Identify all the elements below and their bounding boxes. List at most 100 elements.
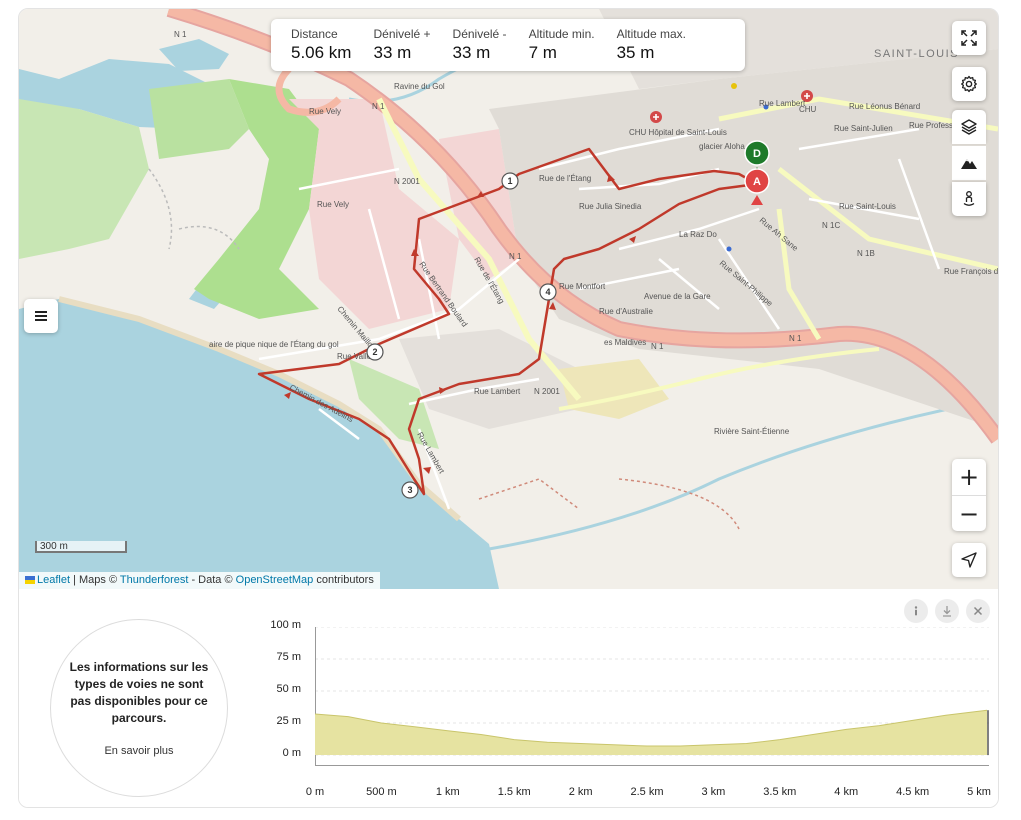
zoom-out-button[interactable]: −	[952, 495, 986, 531]
close-button[interactable]	[966, 599, 990, 623]
waypoint-label: 3	[407, 485, 412, 495]
map[interactable]: N 1 N 1 N 1 N 1 N 1 N 2001 N 2001 N 1C N…	[19, 9, 998, 589]
attribution-text: contributors	[313, 574, 374, 586]
stat-elevation-loss: Dénivelé - 33 m	[445, 19, 515, 71]
stat-label: Dénivelé -	[452, 27, 507, 41]
x-tick-label: 500 m	[366, 786, 397, 798]
stat-distance: Distance 5.06 km	[283, 19, 359, 71]
y-tick-label: 0 m	[282, 747, 301, 759]
stat-value: 33 m	[373, 43, 412, 62]
map-label: Rue d'Australie	[599, 307, 654, 316]
stat-label: Dénivelé +	[373, 27, 431, 41]
map-label: La Raz Do	[679, 230, 717, 239]
map-label: Rue Saint-Julien	[834, 124, 893, 133]
info-button[interactable]	[904, 599, 928, 623]
settings-button[interactable]	[952, 67, 986, 101]
map-base: N 1 N 1 N 1 N 1 N 1 N 2001 N 2001 N 1C N…	[19, 9, 998, 589]
stat-altitude-max: Altitude max. 35 m	[609, 19, 694, 71]
stat-value: 5.06 km	[291, 43, 352, 62]
gear-icon	[961, 75, 977, 93]
waypoint-label: 1	[507, 176, 512, 186]
elevation-panel: Les informations sur les types de voies …	[19, 589, 998, 807]
map-label-town: SAINT-LOUIS	[874, 48, 959, 60]
map-label: N 1	[651, 342, 664, 351]
map-label: N 1	[789, 334, 802, 343]
y-tick-label: 25 m	[276, 715, 301, 727]
map-label: Rue Lambert	[474, 387, 521, 396]
x-tick-label: 4.5 km	[896, 786, 930, 798]
leaflet-link[interactable]: Leaflet	[37, 574, 70, 586]
y-tick-label: 50 m	[276, 683, 301, 695]
map-label: Rue Montfort	[559, 282, 606, 291]
stat-elevation-gain: Dénivelé + 33 m	[365, 19, 438, 71]
stat-value: 33 m	[452, 43, 491, 62]
stat-value: 7 m	[528, 43, 557, 62]
map-label: Rue Julia Sinedia	[579, 202, 642, 211]
map-label: Rue Vely	[309, 107, 341, 116]
waypoint-label: 4	[545, 287, 550, 297]
x-tick-label: 4 km	[834, 786, 859, 798]
map-label: CHU Hôpital de Saint-Louis	[629, 128, 727, 137]
y-tick-label: 100 m	[270, 619, 301, 631]
learn-more-link[interactable]: En savoir plus	[104, 745, 173, 757]
download-button[interactable]	[935, 599, 959, 623]
menu-button[interactable]	[24, 299, 58, 333]
stat-label: Altitude max.	[616, 27, 686, 41]
x-tick-label: 3.5 km	[763, 786, 797, 798]
x-tick-label: 1.5 km	[497, 786, 531, 798]
attribution-text: - Data ©	[188, 574, 236, 586]
x-tick-label: 3 km	[701, 786, 726, 798]
info-icon	[914, 606, 918, 616]
map-label: Rue Saint-Louis	[839, 202, 896, 211]
ukraine-flag-icon	[25, 576, 35, 585]
openstreetmap-link[interactable]: OpenStreetMap	[236, 574, 314, 586]
download-icon	[943, 606, 951, 617]
route-stats-panel: Distance 5.06 km Dénivelé + 33 m Dénivel…	[271, 19, 745, 71]
map-label: N 1B	[857, 249, 875, 258]
road-type-info-message: Les informations sur les types de voies …	[69, 660, 209, 725]
layers-icon	[961, 119, 977, 135]
zoom-in-button[interactable]: +	[952, 459, 986, 495]
map-label: N 2001	[394, 177, 420, 186]
scale-bar: 300 m	[35, 541, 127, 553]
locate-arrow-icon	[961, 552, 977, 568]
map-label: es Maldives	[604, 338, 646, 347]
terrain-button[interactable]	[952, 146, 986, 180]
x-tick-label: 2 km	[568, 786, 593, 798]
stat-label: Altitude min.	[528, 27, 595, 41]
x-tick-label: 2.5 km	[630, 786, 664, 798]
map-label: Rue Vely	[317, 200, 349, 209]
road-type-info-circle: Les informations sur les types de voies …	[50, 619, 228, 797]
waypoint-label: 2	[372, 347, 377, 357]
start-marker-label: D	[753, 148, 761, 160]
menu-icon	[35, 311, 47, 321]
map-label: Avenue de la Gare	[644, 292, 711, 301]
map-label: Rue Léonus Bénard	[849, 102, 920, 111]
mountain-icon	[961, 159, 977, 169]
locate-button[interactable]	[952, 543, 986, 577]
map-label: CHU	[799, 105, 817, 114]
map-label: N 2001	[534, 387, 560, 396]
y-tick-label: 75 m	[276, 651, 301, 663]
map-label: Rivière Saint-Étienne	[714, 427, 790, 436]
layers-button[interactable]	[952, 110, 986, 144]
map-label: N 1	[174, 30, 187, 39]
close-icon	[973, 606, 983, 616]
x-tick-label: 0 m	[305, 786, 325, 798]
stat-value: 35 m	[616, 43, 655, 62]
zoom-control: + −	[952, 459, 986, 531]
elevation-chart[interactable]	[315, 627, 989, 789]
attribution-text: | Maps ©	[70, 574, 120, 586]
stat-label: Distance	[291, 27, 338, 41]
map-label: N 1	[509, 252, 522, 261]
map-label: Rue François de Mahy	[944, 267, 998, 276]
fullscreen-button[interactable]	[952, 21, 986, 55]
map-label: N 1	[372, 102, 385, 111]
thunderforest-link[interactable]: Thunderforest	[120, 574, 188, 586]
x-tick-label: 1 km	[435, 786, 460, 798]
pegman-icon	[963, 191, 975, 206]
map-label: Rue de l'Étang	[539, 174, 591, 183]
map-label: N 1C	[822, 221, 840, 230]
map-attribution: Leaflet | Maps © Thunderforest - Data © …	[19, 572, 380, 589]
street-view-button[interactable]	[952, 182, 986, 216]
